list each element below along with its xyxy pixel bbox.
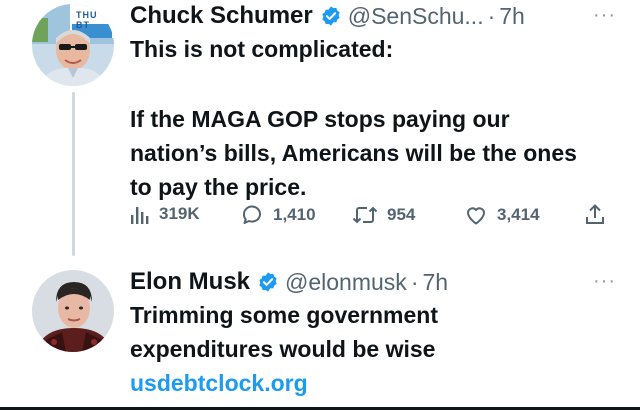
tweet-header: Chuck Schumer @SenSchu... · 7h [130,0,525,32]
verified-badge-icon [320,5,342,27]
tweet-text-line: Trimming some government expenditures wo… [130,302,439,362]
share-button[interactable] [583,203,607,227]
avatar-musk-image [32,270,114,352]
more-options-icon[interactable]: ··· [593,4,616,27]
tweet-actions-bar: 319K 1,410 954 3,414 [130,203,610,233]
avatar-musk[interactable] [32,270,114,352]
share-upload-icon [583,203,607,227]
tweet-timestamp[interactable]: 7h [499,3,525,30]
separator-dot: · [487,2,496,29]
retweet-arrows-icon [352,203,378,227]
tweet-header: Elon Musk @elonmusk · 7h [130,266,448,298]
reply-button[interactable]: 1,410 [240,203,316,227]
reply-count: 1,410 [273,205,316,224]
views-button[interactable]: 319K [130,203,200,225]
like-count: 3,414 [497,205,540,224]
tweet-link[interactable]: usdebtclock.org [130,370,308,396]
tweet-text-line: This is not complicated: [130,36,394,62]
like-button[interactable]: 3,414 [464,203,540,227]
author-handle[interactable]: @elonmusk [285,269,407,296]
thread-connector-line [72,92,75,256]
retweet-count: 954 [387,205,416,224]
more-options-icon[interactable]: ··· [593,270,616,293]
avatar-schumer[interactable]: THU BT [32,4,114,86]
author-name[interactable]: Elon Musk [130,268,250,296]
bar-chart-icon [130,203,150,225]
author-handle[interactable]: @SenSchu... [348,3,484,30]
tweet-text-line: If the MAGA GOP stops paying our nation’… [130,106,577,200]
avatar-schumer-sign-text: THU BT [76,10,98,30]
author-name[interactable]: Chuck Schumer [130,2,313,30]
tweet-timestamp[interactable]: 7h [422,269,448,296]
verified-badge-icon [257,271,279,293]
separator-dot: · [410,268,419,295]
retweet-button[interactable]: 954 [352,203,415,227]
views-count: 319K [159,204,200,223]
reply-bubble-icon [240,203,264,227]
tweet-body: Trimming some government expenditures wo… [130,298,490,400]
tweet-body: This is not complicated: If the MAGA GOP… [130,32,600,204]
heart-icon [464,203,488,227]
